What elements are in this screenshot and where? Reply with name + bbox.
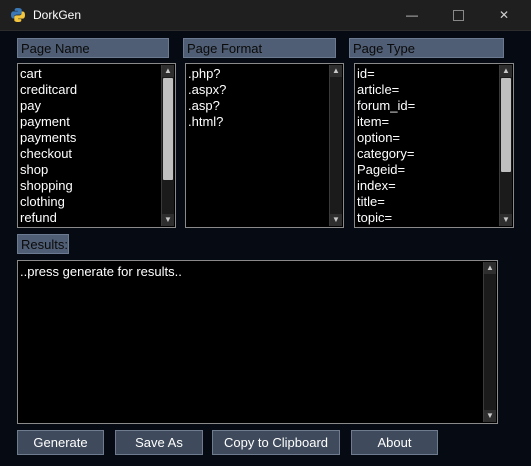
scroll-up-icon[interactable]: ▲ [330,65,342,77]
list-item[interactable]: .asp? [188,98,329,114]
list-item[interactable]: .aspx? [188,82,329,98]
close-icon: ✕ [498,8,510,22]
results-textarea[interactable]: ..press generate for results.. ▲ ▼ [17,260,498,424]
list-item[interactable]: title= [357,194,499,210]
list-item[interactable]: creditcard [20,82,161,98]
maximize-icon [452,10,464,21]
list-item[interactable]: category= [357,146,499,162]
close-button[interactable]: ✕ [481,0,527,30]
page-name-scrollbar[interactable]: ▲ ▼ [161,65,174,226]
results-scrollbar[interactable]: ▲ ▼ [483,262,496,422]
scroll-thumb[interactable] [163,78,173,180]
list-item[interactable]: .html? [188,114,329,130]
scroll-thumb[interactable] [501,78,511,172]
generate-button[interactable]: Generate [17,430,104,455]
window-title: DorkGen [33,8,82,22]
list-item[interactable]: refund [20,210,161,226]
list-item[interactable]: index= [357,178,499,194]
list-item[interactable]: clothing [20,194,161,210]
copy-to-clipboard-button[interactable]: Copy to Clipboard [212,430,340,455]
list-item[interactable]: item= [357,114,499,130]
list-item[interactable]: id= [357,66,499,82]
page-format-header: Page Format [183,38,336,58]
python-logo-icon [11,8,25,22]
page-type-list[interactable]: id= article= forum_id= item= option= cat… [354,63,514,228]
list-item[interactable]: option= [357,130,499,146]
scroll-down-icon[interactable]: ▼ [330,214,342,226]
page-type-scrollbar[interactable]: ▲ ▼ [499,65,512,226]
list-item[interactable]: checkout [20,146,161,162]
list-item[interactable]: topic= [357,210,499,226]
page-type-header: Page Type [349,38,504,58]
scroll-down-icon[interactable]: ▼ [484,410,496,422]
list-item[interactable]: shopping [20,178,161,194]
page-name-list[interactable]: cart creditcard pay payment payments che… [17,63,176,228]
scroll-up-icon[interactable]: ▲ [162,65,174,77]
scroll-down-icon[interactable]: ▼ [500,214,512,226]
list-item[interactable]: forum_id= [357,98,499,114]
minimize-icon: — [406,8,418,22]
page-format-scrollbar[interactable]: ▲ ▼ [329,65,342,226]
results-text: ..press generate for results.. [20,264,182,279]
scroll-down-icon[interactable]: ▼ [162,214,174,226]
page-format-list[interactable]: .php? .aspx? .asp? .html? ▲ ▼ [185,63,344,228]
maximize-button[interactable] [435,0,481,30]
list-item[interactable]: Pageid= [357,162,499,178]
about-button[interactable]: About [351,430,438,455]
list-item[interactable]: payment [20,114,161,130]
list-item[interactable]: .php? [188,66,329,82]
list-item[interactable]: cart [20,66,161,82]
list-item[interactable]: shop [20,162,161,178]
scroll-up-icon[interactable]: ▲ [484,262,496,274]
scroll-up-icon[interactable]: ▲ [500,65,512,77]
title-bar[interactable]: DorkGen — ✕ [0,0,531,31]
results-label: Results: [17,234,69,254]
list-item[interactable]: article= [357,82,499,98]
minimize-button[interactable]: — [389,0,435,30]
save-as-button[interactable]: Save As [115,430,203,455]
page-name-header: Page Name [17,38,169,58]
list-item[interactable]: pay [20,98,161,114]
list-item[interactable]: payments [20,130,161,146]
